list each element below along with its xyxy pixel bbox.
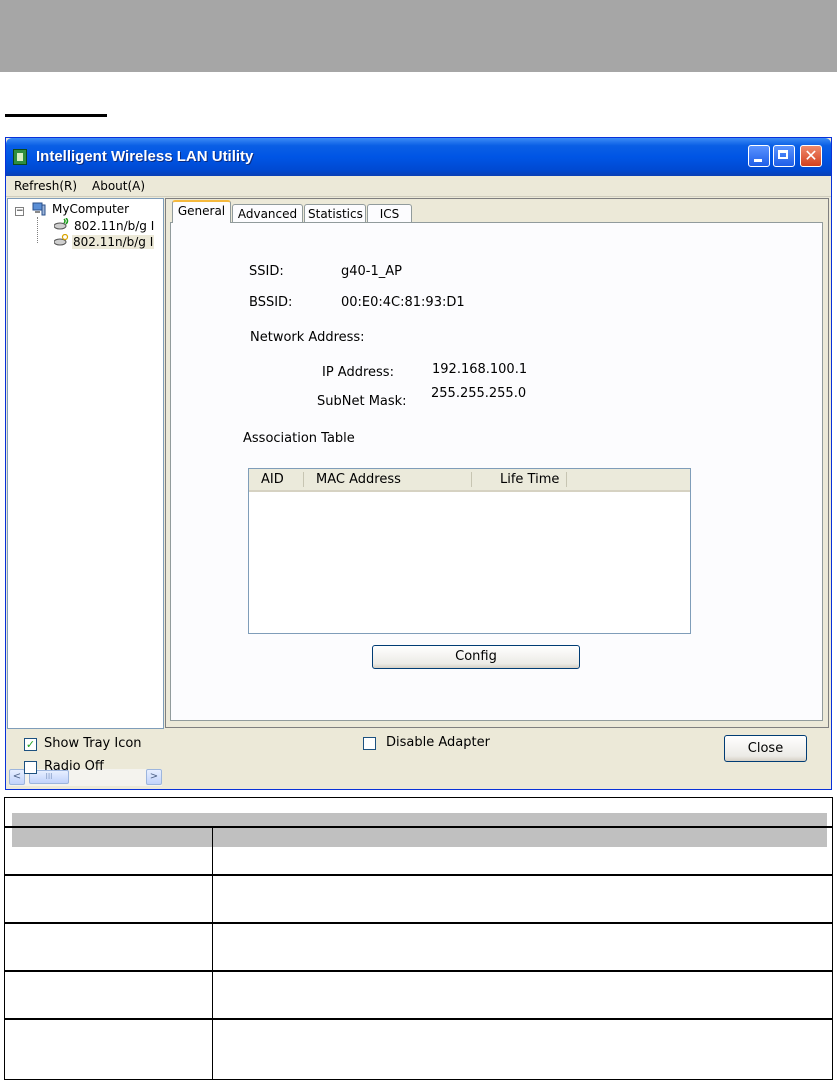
table-rule <box>5 1018 832 1020</box>
radio-off-checkbox[interactable] <box>24 761 37 774</box>
wireless-adapter-icon <box>54 234 69 246</box>
menu-refresh[interactable]: Refresh(R) <box>14 179 77 193</box>
tree-branch-line <box>37 217 38 243</box>
table-rule <box>5 922 832 924</box>
subnet-mask-label: SubNet Mask: <box>317 394 407 409</box>
table-rule <box>5 970 832 972</box>
radio-off-label: Radio Off <box>44 759 104 774</box>
wireless-adapter-icon <box>54 218 69 230</box>
tree-root-mycomputer[interactable]: MyComputer <box>52 202 129 216</box>
maximize-button[interactable] <box>773 145 795 167</box>
column-divider <box>566 472 567 487</box>
close-icon: ✕ <box>804 146 818 165</box>
page-banner <box>0 0 837 72</box>
menu-about[interactable]: About(A) <box>92 179 145 193</box>
network-address-label: Network Address: <box>250 330 365 345</box>
app-window: Intelligent Wireless LAN Utility ✕ Refre… <box>5 137 832 790</box>
subnet-mask-value: 255.255.255.0 <box>431 386 527 401</box>
ip-address-value: 192.168.100.1 <box>432 362 528 377</box>
ssid-value: g40-1_AP <box>341 264 402 279</box>
disable-adapter-checkbox[interactable] <box>363 737 376 750</box>
close-button[interactable]: Close <box>724 735 807 762</box>
window-title: Intelligent Wireless LAN Utility <box>36 148 254 165</box>
tree-adapter-item-selected[interactable]: 802.11n/b/g I <box>72 235 155 249</box>
description-table <box>4 797 833 1080</box>
association-table-label: Association Table <box>243 431 355 446</box>
scroll-left-arrow-icon[interactable]: < <box>9 769 25 785</box>
table-rule <box>5 874 832 876</box>
column-divider <box>303 472 304 487</box>
show-tray-icon-label: Show Tray Icon <box>44 736 142 751</box>
title-bar[interactable]: Intelligent Wireless LAN Utility ✕ <box>6 138 831 176</box>
adapter-tree[interactable]: − MyComputer 802.11n/b/g I 802.11n/b/g I… <box>7 198 164 786</box>
app-icon <box>13 149 27 165</box>
disable-adapter-label: Disable Adapter <box>386 735 490 750</box>
bssid-label: BSSID: <box>249 295 293 310</box>
association-table-header: AID MAC Address Life Time <box>249 469 690 492</box>
scroll-right-arrow-icon[interactable]: > <box>146 769 162 785</box>
menu-bar: Refresh(R) About(A) <box>6 176 831 197</box>
tree-collapse-icon[interactable]: − <box>15 207 24 216</box>
description-table-header <box>12 813 827 847</box>
tab-general[interactable]: General <box>172 200 231 223</box>
table-column-divider <box>212 828 213 1080</box>
column-mac-address[interactable]: MAC Address <box>316 472 401 487</box>
tab-statistics[interactable]: Statistics <box>304 204 366 224</box>
tree-adapter-item[interactable]: 802.11n/b/g I <box>74 219 154 233</box>
association-table[interactable]: AID MAC Address Life Time <box>248 468 691 634</box>
ssid-label: SSID: <box>249 264 284 279</box>
bssid-value: 00:E0:4C:81:93:D1 <box>341 295 465 310</box>
tab-advanced[interactable]: Advanced <box>232 204 303 224</box>
config-button[interactable]: Config <box>372 645 580 669</box>
computer-icon <box>32 202 46 216</box>
column-divider <box>471 472 472 487</box>
table-rule <box>5 826 832 828</box>
minimize-button[interactable] <box>748 145 770 167</box>
tab-ics[interactable]: ICS <box>367 204 412 224</box>
column-aid[interactable]: AID <box>261 472 284 487</box>
ip-address-label: IP Address: <box>322 365 394 380</box>
section-underline <box>5 114 107 117</box>
close-window-button[interactable]: ✕ <box>800 145 822 167</box>
show-tray-icon-checkbox[interactable]: ✓ <box>24 738 37 751</box>
column-life-time[interactable]: Life Time <box>500 472 559 487</box>
